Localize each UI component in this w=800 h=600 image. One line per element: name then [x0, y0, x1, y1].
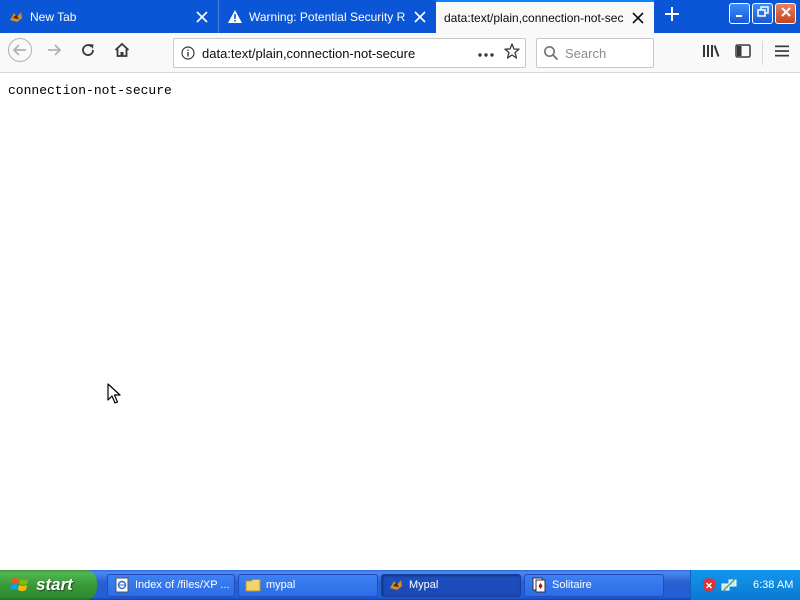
tab-title: data:text/plain,connection-not-secure — [444, 10, 624, 25]
taskbar-item-label: Index of /files/XP ... — [135, 579, 230, 591]
search-input[interactable] — [565, 45, 645, 61]
security-shield-icon[interactable] — [701, 577, 717, 593]
forward-button[interactable] — [38, 37, 70, 69]
new-tab-button[interactable] — [656, 0, 688, 33]
close-tab-icon[interactable] — [412, 9, 428, 25]
taskbar-item-index-files[interactable]: Index of /files/XP ... — [107, 573, 235, 597]
page-actions-button[interactable] — [473, 39, 499, 67]
folder-icon — [245, 577, 261, 593]
more-dots-icon — [478, 44, 494, 62]
reload-icon — [80, 42, 96, 63]
plus-icon — [664, 6, 680, 27]
home-button[interactable] — [106, 37, 138, 69]
sidebar-button[interactable] — [727, 37, 759, 69]
taskbar-buttons: Index of /files/XP ... mypal Mypal Solit… — [107, 573, 664, 597]
close-tab-icon[interactable] — [630, 10, 646, 26]
ie-page-icon — [114, 577, 130, 593]
solitaire-icon — [531, 577, 547, 593]
toolbar-right — [695, 37, 798, 69]
forward-arrow-icon — [46, 42, 62, 63]
tab-data-url[interactable]: data:text/plain,connection-not-secure — [436, 0, 654, 33]
sidebar-icon — [735, 43, 751, 63]
mypal-icon — [8, 9, 24, 25]
star-icon — [504, 42, 520, 64]
minimize-icon — [735, 5, 745, 23]
restore-icon — [756, 5, 769, 23]
url-text[interactable]: data:text/plain,connection-not-secure — [202, 46, 473, 61]
system-tray: 6:38 AM — [690, 570, 800, 600]
tab-security-warning[interactable]: Warning: Potential Security Risk Ahead — [218, 0, 436, 33]
windows-flag-icon — [10, 575, 30, 595]
site-info-icon[interactable] — [174, 39, 202, 67]
search-icon — [537, 39, 565, 67]
network-icon[interactable] — [721, 577, 737, 593]
bookmark-star-button[interactable] — [499, 39, 525, 67]
taskbar-item-label: Mypal — [409, 579, 439, 591]
start-label: start — [36, 575, 73, 594]
tab-title: Warning: Potential Security Risk Ahead — [249, 9, 406, 24]
close-window-button[interactable] — [775, 3, 796, 24]
toolbar-separator — [762, 41, 763, 65]
mouse-cursor-icon — [107, 383, 123, 405]
tab-title: New Tab — [30, 9, 77, 24]
start-button[interactable]: start — [0, 570, 97, 600]
home-icon — [114, 42, 130, 63]
restore-button[interactable] — [752, 3, 773, 24]
minimize-button[interactable] — [729, 3, 750, 24]
taskbar-item-mypal-browser[interactable]: Mypal — [381, 573, 521, 597]
clock[interactable]: 6:38 AM — [753, 579, 793, 591]
reload-button[interactable] — [72, 37, 104, 69]
warning-icon — [227, 9, 243, 25]
hamburger-menu-icon — [775, 44, 789, 62]
tab-strip: New Tab Warning: Potential Security Risk… — [0, 0, 800, 33]
mypal-icon — [388, 577, 404, 593]
url-bar[interactable]: data:text/plain,connection-not-secure — [173, 38, 526, 68]
window-controls — [729, 3, 796, 24]
tab-new-tab[interactable]: New Tab — [0, 0, 218, 33]
back-button[interactable] — [4, 37, 36, 69]
navigation-toolbar: data:text/plain,connection-not-secure — [0, 33, 800, 73]
taskbar-item-label: Solitaire — [552, 579, 592, 591]
close-icon — [780, 5, 792, 23]
menu-button[interactable] — [766, 37, 798, 69]
taskbar-item-label: mypal — [266, 579, 296, 591]
plain-text-body: connection-not-secure — [8, 83, 172, 98]
taskbar: start Index of /files/XP ... mypal Mypal… — [0, 570, 800, 600]
taskbar-item-solitaire[interactable]: Solitaire — [524, 573, 664, 597]
close-tab-icon[interactable] — [194, 9, 210, 25]
library-icon — [702, 43, 720, 64]
search-bar[interactable] — [536, 38, 654, 68]
back-arrow-icon — [7, 37, 33, 68]
page-content: connection-not-secure — [0, 74, 800, 570]
taskbar-item-mypal-folder[interactable]: mypal — [238, 573, 378, 597]
library-button[interactable] — [695, 37, 727, 69]
